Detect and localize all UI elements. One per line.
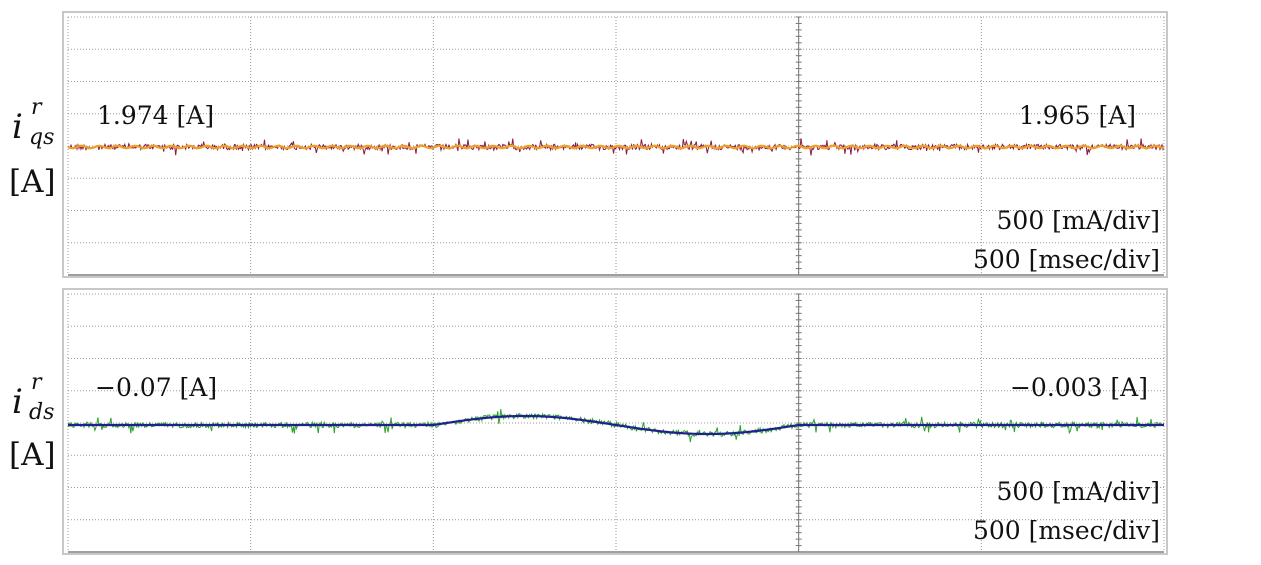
panel-iqs: i r qs [A] 1.974 [A] 1.965 [A] 500 [mA/d… xyxy=(9,11,1168,278)
ylabel-iqs-unit: [A] xyxy=(9,164,56,200)
panel-iqs-frame xyxy=(62,11,1168,278)
ids-scale-x: 500 [msec/div] xyxy=(973,516,1160,545)
ylabel-ids-unit: [A] xyxy=(9,437,56,473)
ids-right-value: −0.003 [A] xyxy=(1010,373,1148,402)
ids-left-value: −0.07 [A] xyxy=(95,373,217,402)
ids-scale-y: 500 [mA/div] xyxy=(997,477,1160,506)
iqs-scale-x: 500 [msec/div] xyxy=(973,245,1160,274)
iqs-right-value: 1.965 [A] xyxy=(1019,101,1136,130)
ylabel-ids-sup: r xyxy=(31,370,43,395)
panel-ids: i r ds [A] −0.07 [A] −0.003 [A] 500 [mA/… xyxy=(9,288,1168,555)
iqs-left-value: 1.974 [A] xyxy=(97,101,214,130)
oscilloscope-figure: i r qs [A] 1.974 [A] 1.965 [A] 500 [mA/d… xyxy=(9,11,1168,555)
ylabel-ids-i: i xyxy=(12,382,23,422)
ylabel-iqs-sup: r xyxy=(31,95,43,120)
ylabel-ids-sub: ds xyxy=(29,400,54,425)
ylabel-iqs-sub: qs xyxy=(29,125,54,150)
iqs-scale-y: 500 [mA/div] xyxy=(997,206,1160,235)
ylabel-iqs-i: i xyxy=(12,107,23,147)
